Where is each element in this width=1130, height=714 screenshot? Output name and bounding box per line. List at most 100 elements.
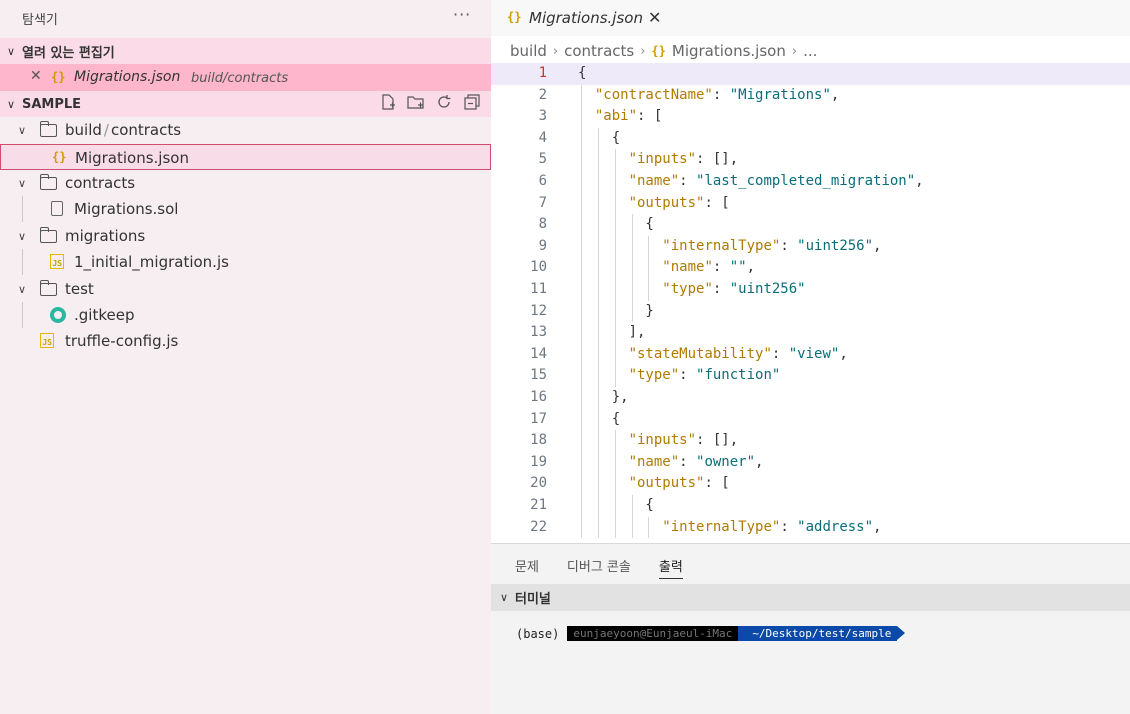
indent-guide xyxy=(597,171,599,193)
refresh-icon[interactable] xyxy=(435,93,453,111)
open-editor-item[interactable]: ✕ {} Migrations.json build/contracts xyxy=(0,64,491,91)
code-line[interactable]: 16 }, xyxy=(491,387,1130,409)
line-text: "internalType": "address", xyxy=(662,518,882,535)
line-number: 13 xyxy=(530,324,547,341)
code-line[interactable]: 15 "type": "function" xyxy=(491,365,1130,387)
tree-file-migrations-json[interactable]: {} Migrations.json xyxy=(0,144,491,170)
line-number: 2 xyxy=(538,86,547,103)
indent-guide xyxy=(581,387,582,409)
chevron-down-icon: ∨ xyxy=(18,123,27,137)
code-line[interactable]: 9 "internalType": "uint256", xyxy=(491,236,1130,258)
code-line[interactable]: 6 "name": "last_completed_migration", xyxy=(491,171,1130,193)
line-number: 22 xyxy=(530,518,547,535)
code-line[interactable]: 7 "outputs": [ xyxy=(491,193,1130,215)
code-line[interactable]: 11 "type": "uint256" xyxy=(491,279,1130,301)
indent-guide xyxy=(597,257,599,279)
indent-guide xyxy=(581,473,582,495)
indent-guide xyxy=(614,257,616,279)
code-line[interactable]: 4 { xyxy=(491,128,1130,150)
tree-folder-contracts[interactable]: ∨ contracts xyxy=(0,170,491,196)
line-number: 3 xyxy=(538,108,547,125)
tree-folder-test[interactable]: ∨ test xyxy=(0,276,491,302)
line-text: "contractName": "Migrations", xyxy=(594,86,840,103)
line-number: 5 xyxy=(538,151,547,168)
line-number: 8 xyxy=(538,216,547,233)
code-line[interactable]: 12 } xyxy=(491,301,1130,323)
new-folder-icon[interactable] xyxy=(407,93,425,111)
indent-guide xyxy=(597,495,599,517)
workspace-label: SAMPLE xyxy=(22,96,82,112)
folder-icon xyxy=(40,174,57,190)
tab-debug-console[interactable]: 디버그 콘솔 xyxy=(567,556,631,579)
tree-file-truffle-config[interactable]: JS truffle-config.js xyxy=(0,328,491,354)
breadcrumb-item[interactable]: ... xyxy=(803,42,817,60)
chevron-down-icon: ∨ xyxy=(18,229,27,243)
line-text: } xyxy=(578,302,654,319)
indent-guide xyxy=(631,516,633,539)
code-line[interactable]: 8 { xyxy=(491,214,1130,236)
breadcrumb-item[interactable]: build xyxy=(510,42,547,60)
breadcrumb-item[interactable]: contracts xyxy=(564,42,634,60)
collapse-all-icon[interactable] xyxy=(463,93,481,111)
tab-problems[interactable]: 문제 xyxy=(515,556,539,579)
line-text: "outputs": [ xyxy=(628,194,730,211)
line-number: 10 xyxy=(530,259,547,276)
chevron-down-icon: ∨ xyxy=(6,44,16,58)
code-line[interactable]: 1{ xyxy=(491,63,1130,85)
indent-guide xyxy=(614,171,616,193)
code-line[interactable]: 10 "name": "", xyxy=(491,257,1130,279)
editor-tabbar: {} Migrations.json ✕ xyxy=(491,0,1130,36)
breadcrumb: build › contracts › {} Migrations.json ›… xyxy=(510,42,817,60)
line-text: { xyxy=(578,497,654,513)
code-line[interactable]: 19 "name": "owner", xyxy=(491,452,1130,474)
tree-label: Migrations.sol xyxy=(74,200,179,218)
indent-guide xyxy=(581,106,582,128)
workspace-header[interactable]: ∨ SAMPLE xyxy=(0,91,491,117)
line-number: 18 xyxy=(530,432,547,449)
code-line[interactable]: 5 "inputs": [], xyxy=(491,149,1130,171)
editor-tab[interactable]: {} Migrations.json ✕ xyxy=(491,0,671,36)
indent-guide xyxy=(597,279,599,301)
tab-output[interactable]: 출력 xyxy=(658,556,683,579)
folder-icon xyxy=(40,280,57,296)
new-file-icon[interactable] xyxy=(379,93,397,111)
close-icon[interactable]: ✕ xyxy=(648,8,661,27)
chevron-right-icon: › xyxy=(552,43,559,59)
tree-file-initial-migration[interactable]: JS 1_initial_migration.js xyxy=(0,249,491,275)
indent-guide xyxy=(648,257,650,279)
code-line[interactable]: 18 "inputs": [], xyxy=(491,430,1130,452)
indent-guide xyxy=(581,365,582,387)
tree-file-gitkeep[interactable]: .gitkeep xyxy=(0,302,491,328)
close-icon[interactable]: ✕ xyxy=(30,68,42,84)
editor-area: {} Migrations.json ✕ build › contracts ›… xyxy=(491,0,1130,543)
indent-guide xyxy=(614,495,616,517)
json-file-icon: {} xyxy=(651,44,666,58)
terminal-prompt[interactable]: (base) eunjaeyoon@Eunjaeul-iMac ~/Deskto… xyxy=(516,626,906,641)
line-text: { xyxy=(578,216,654,233)
tree-folder-build[interactable]: ∨ build / contracts xyxy=(0,117,491,143)
code-line[interactable]: 14 "stateMutability": "view", xyxy=(491,344,1130,366)
code-line[interactable]: 3 "abi": [ xyxy=(491,106,1130,128)
open-editors-header[interactable]: ∨ 열려 있는 편집기 xyxy=(0,38,491,64)
indent-guide xyxy=(597,149,599,171)
code-line[interactable]: 13 ], xyxy=(491,322,1130,344)
terminal-header[interactable]: ∨ 터미널 xyxy=(491,584,1130,611)
more-actions-icon[interactable]: ··· xyxy=(453,5,471,24)
indent-guide xyxy=(614,473,616,495)
indent-guide xyxy=(581,495,582,517)
indent-guide xyxy=(631,214,633,236)
code-line[interactable]: 21 { xyxy=(491,495,1130,517)
code-line[interactable]: 2 "contractName": "Migrations", xyxy=(491,85,1130,107)
code-line[interactable]: 17 { xyxy=(491,409,1130,431)
code-line[interactable]: 20 "outputs": [ xyxy=(491,473,1130,495)
tree-file-migrations-sol[interactable]: Migrations.sol xyxy=(0,196,491,222)
indent-guide xyxy=(581,451,582,474)
tree-folder-migrations[interactable]: ∨ migrations xyxy=(0,223,491,249)
breadcrumb-item[interactable]: Migrations.json xyxy=(672,42,786,60)
tree-label: test xyxy=(65,280,94,298)
line-text: { xyxy=(578,410,621,427)
line-number: 11 xyxy=(530,281,547,297)
tree-label: truffle-config.js xyxy=(65,332,179,350)
code-line[interactable]: 22 "internalType": "address", xyxy=(491,517,1130,539)
line-text: ], xyxy=(578,324,646,341)
